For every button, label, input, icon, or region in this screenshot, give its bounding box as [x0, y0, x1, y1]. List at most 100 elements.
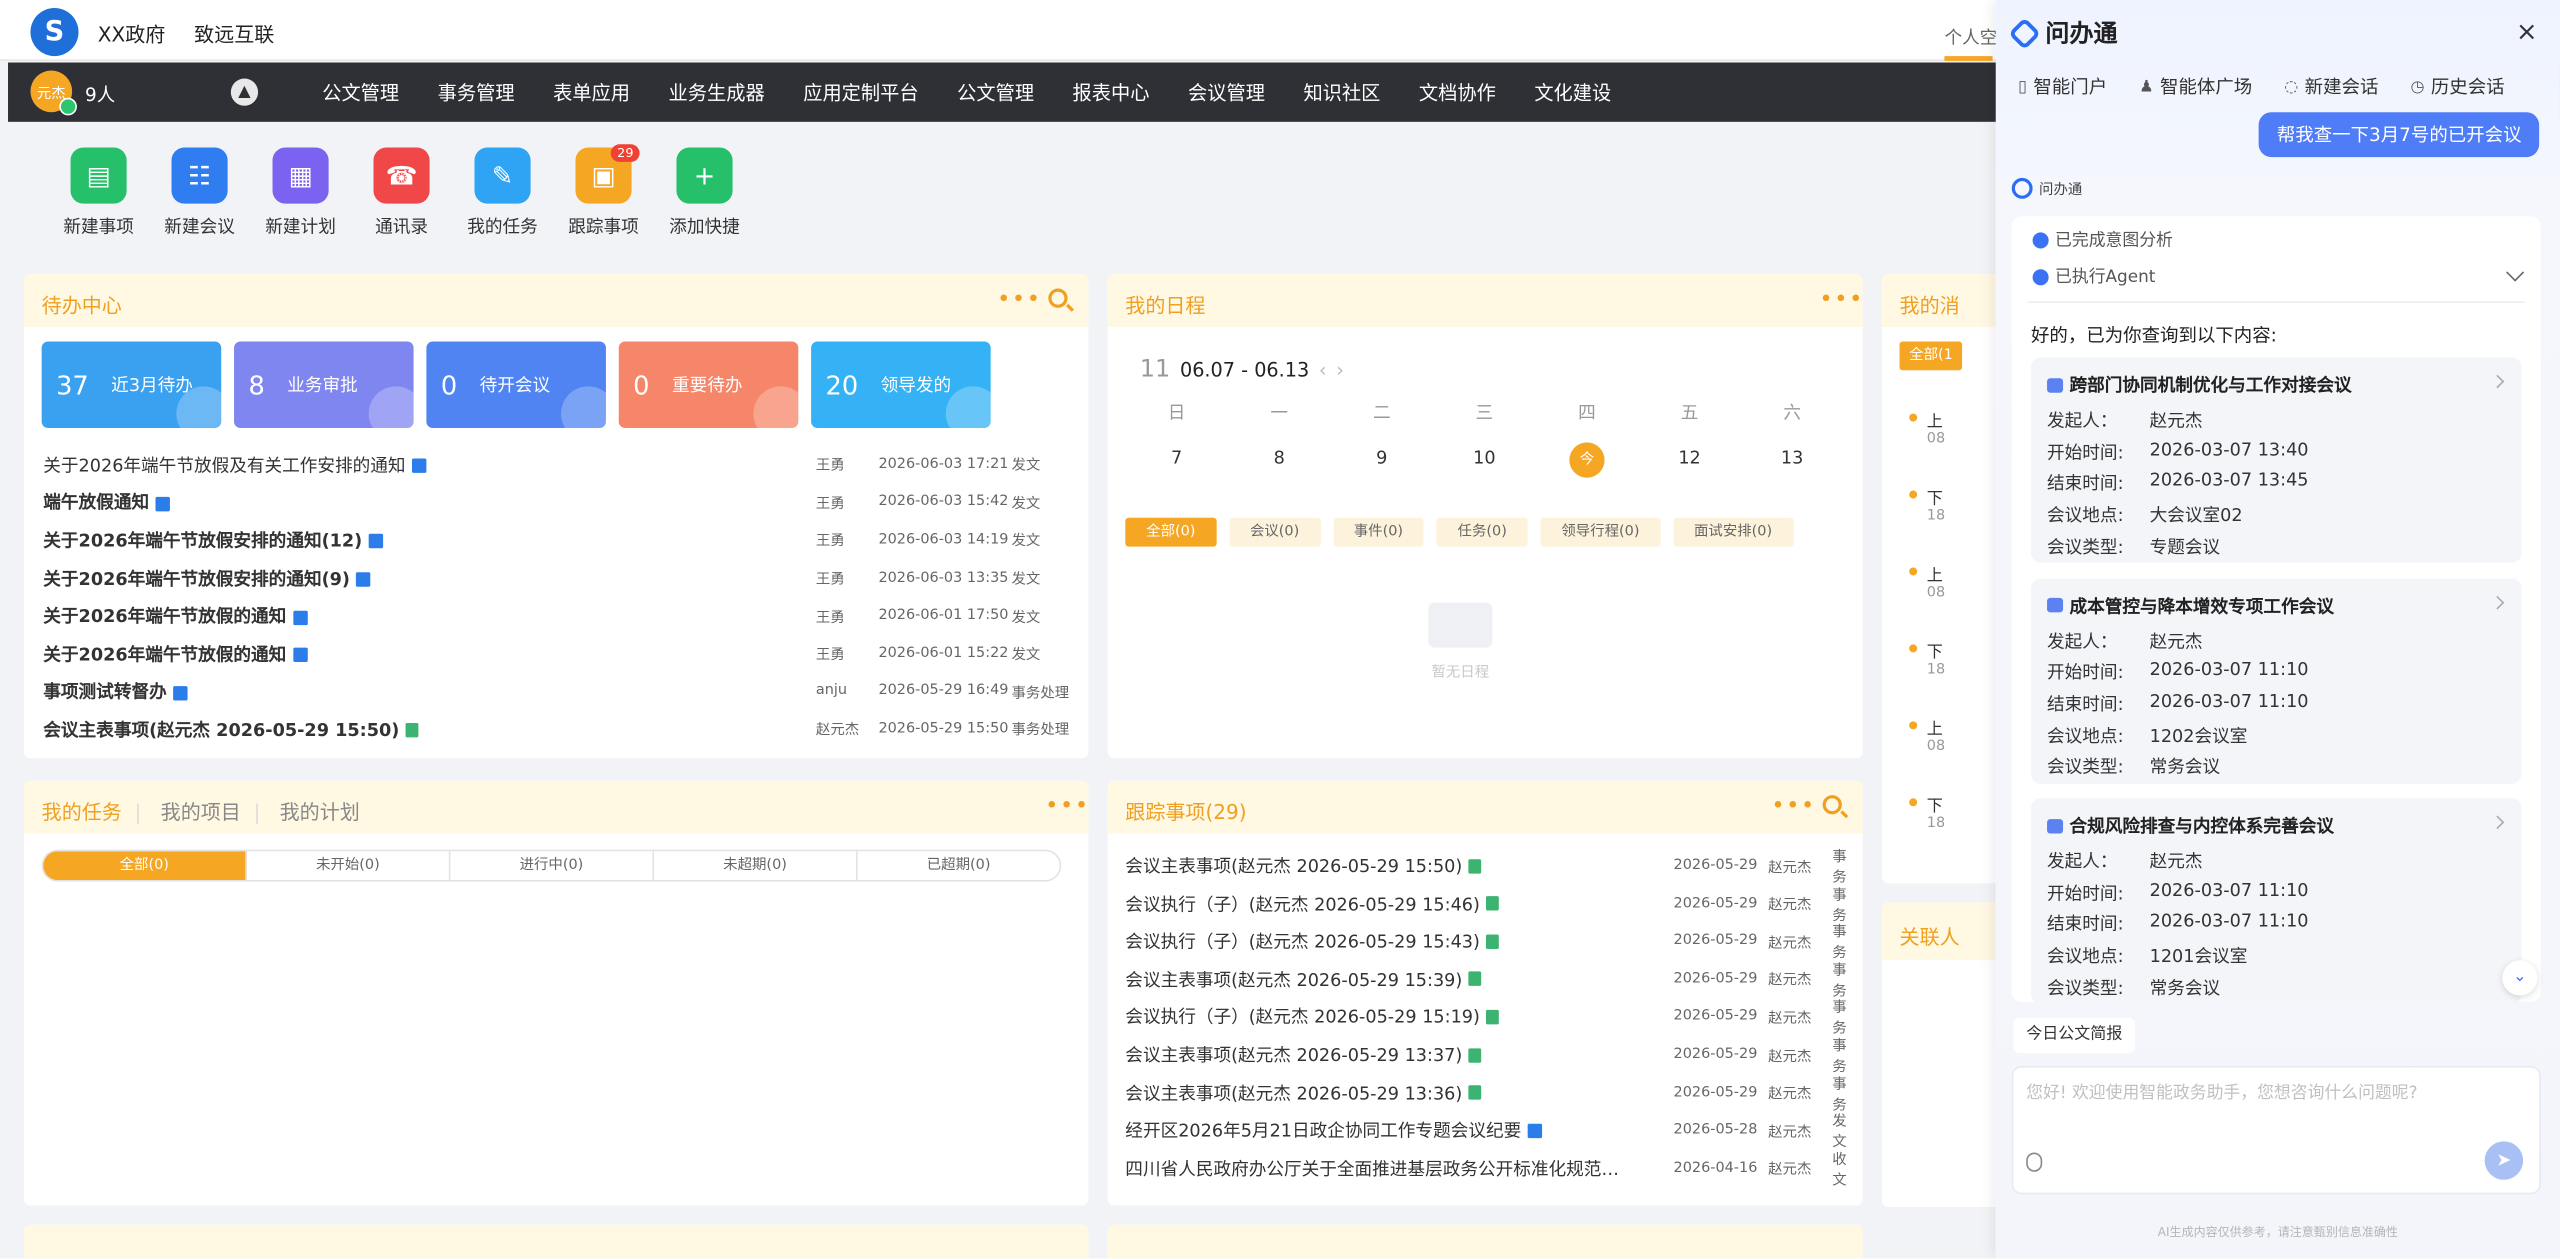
- chevron-right-icon[interactable]: [2490, 815, 2505, 830]
- quick-item[interactable]: + 添加快捷: [654, 147, 755, 238]
- today-marker[interactable]: 今: [1569, 442, 1605, 478]
- table-row[interactable]: 会议执行（子）(赵元杰 2026-05-29 15:43) 2026-05-29 赵…: [1125, 922, 1846, 962]
- day-cell[interactable]: 12: [1638, 441, 1741, 476]
- send-icon[interactable]: ➤: [2484, 1141, 2524, 1180]
- item-title[interactable]: 经开区2026年5月21日政企协同工作专题会议纪要: [1125, 1118, 1521, 1144]
- status-segment[interactable]: 未开始(0): [247, 851, 451, 881]
- tab-my-plans[interactable]: 我的计划: [280, 800, 360, 824]
- nav-item[interactable]: 报表中心: [1073, 79, 1150, 106]
- more-icon[interactable]: •••: [1771, 793, 1816, 819]
- step-agent[interactable]: 已执行Agent: [2032, 264, 2155, 288]
- online-count[interactable]: 9人: [85, 82, 115, 108]
- tab-my-tasks[interactable]: 我的任务: [42, 800, 122, 824]
- nav-item[interactable]: 业务生成器: [669, 79, 765, 106]
- chevron-down-icon[interactable]: [2506, 263, 2525, 282]
- table-row[interactable]: 会议主表事项(赵元杰 2026-05-29 15:39) 2026-05-29 赵元…: [1125, 960, 1846, 1000]
- list-item[interactable]: 关于2026年端午节放假安排的通知(12) 王勇 2026-06-03 14:19 发…: [43, 521, 1069, 559]
- nav-item[interactable]: 表单应用: [553, 79, 630, 106]
- status-segment[interactable]: 全部(0): [43, 851, 247, 881]
- meeting-card[interactable]: 成本管控与降本增效专项工作会议 发起人： 赵元杰 开始时间: 2026-03-07 11…: [2031, 577, 2522, 784]
- item-title[interactable]: 会议执行（子）(赵元杰 2026-05-29 15:19): [1125, 1004, 1480, 1030]
- table-row[interactable]: 会议执行（子）(赵元杰 2026-05-29 15:19) 2026-05-29 赵…: [1125, 998, 1846, 1038]
- item-title[interactable]: 会议主表事项(赵元杰 2026-05-29 15:50): [1125, 853, 1462, 879]
- chevron-right-icon[interactable]: [2490, 595, 2505, 609]
- filter-all[interactable]: 全部(1: [1899, 341, 1963, 371]
- table-row[interactable]: 四川省人民政府办公厅关于全面推进基层政务公开标准化规范化... 2026-04-1…: [1125, 1149, 1846, 1189]
- status-segment[interactable]: 进行中(0): [450, 851, 655, 881]
- item-title[interactable]: 会议执行（子）(赵元杰 2026-05-29 15:43): [1125, 928, 1480, 954]
- item-title[interactable]: 会议执行（子）(赵元杰 2026-05-29 15:46): [1125, 891, 1480, 917]
- nav-item[interactable]: 文化建设: [1534, 79, 1611, 106]
- stat-tile[interactable]: 20 领导发的: [811, 341, 991, 429]
- search-icon[interactable]: [1822, 795, 1842, 815]
- assistant-tab[interactable]: ▯ 智能门户: [2018, 74, 2107, 100]
- nav-item[interactable]: 会议管理: [1188, 79, 1265, 106]
- stat-tile[interactable]: 0 待开会议: [426, 341, 606, 429]
- list-item[interactable]: 关于2026年端午节放假的通知 王勇 2026-06-01 17:50 发文: [43, 597, 1069, 635]
- meeting-card[interactable]: 合规风险排查与内控体系完善会议 发起人： 赵元杰 开始时间: 2026-03-07 11…: [2031, 798, 2522, 1002]
- next-week-icon[interactable]: ›: [1336, 359, 1344, 381]
- day-cell[interactable]: 今: [1536, 441, 1639, 478]
- personal-space-link[interactable]: 个人空: [1944, 24, 1997, 50]
- assistant-tab[interactable]: ♟ 智能体广场: [2139, 74, 2252, 100]
- list-item[interactable]: 端午放假通知 王勇 2026-06-03 15:42 发文: [43, 483, 1069, 521]
- day-cell[interactable]: 9: [1330, 441, 1433, 476]
- prev-week-icon[interactable]: ‹: [1319, 359, 1327, 381]
- more-icon[interactable]: •••: [1045, 793, 1088, 819]
- table-row[interactable]: 会议主表事项(赵元杰 2026-05-29 13:36) 2026-05-29 赵元…: [1125, 1073, 1846, 1114]
- table-row[interactable]: 会议执行（子）(赵元杰 2026-05-29 15:46) 2026-05-29 赵…: [1125, 884, 1846, 924]
- quick-item[interactable]: ☷ 新建会议: [149, 147, 250, 238]
- nav-item[interactable]: 公文管理: [957, 79, 1034, 106]
- search-icon[interactable]: [1048, 288, 1068, 308]
- day-cell[interactable]: 13: [1741, 441, 1844, 476]
- nav-item[interactable]: 应用定制平台: [803, 79, 918, 106]
- stat-tile[interactable]: 8 业务审批: [234, 341, 414, 429]
- schedule-filter[interactable]: 面试安排(0): [1673, 517, 1793, 547]
- scroll-down-icon[interactable]: ⌄: [2502, 960, 2538, 996]
- chat-input[interactable]: 您好! 欢迎使用智能政务助手，您想咨询什么问题呢? ➤: [2011, 1065, 2541, 1195]
- schedule-filter[interactable]: 事件(0): [1332, 517, 1424, 547]
- schedule-filter[interactable]: 领导行程(0): [1540, 517, 1661, 547]
- stat-tile[interactable]: 37 近3月待办: [41, 341, 222, 429]
- schedule-filter[interactable]: 任务(0): [1436, 517, 1528, 547]
- more-icon[interactable]: •••: [1819, 287, 1862, 313]
- quick-item[interactable]: ▣ 跟踪事项 29: [553, 144, 654, 238]
- list-item[interactable]: 关于2026年端午节放假及有关工作安排的通知 王勇 2026-06-03 17:21…: [43, 446, 1069, 484]
- day-cell[interactable]: 10: [1433, 441, 1536, 476]
- brief-chip[interactable]: 今日公文简报: [2013, 1017, 2136, 1054]
- assistant-tab[interactable]: ◷ 历史会话: [2410, 74, 2504, 100]
- list-item[interactable]: 事项测试转督办 anju 2026-05-29 16:49 事务处理: [43, 673, 1069, 711]
- app-logo[interactable]: S: [30, 8, 79, 57]
- day-cell[interactable]: 8: [1228, 441, 1331, 476]
- list-item[interactable]: 会议主表事项(赵元杰 2026-05-29 15:50) 赵元杰 2026-05-2…: [43, 710, 1069, 748]
- nav-item[interactable]: 公文管理: [322, 79, 399, 106]
- table-row[interactable]: 会议主表事项(赵元杰 2026-05-29 13:37) 2026-05-29 赵元…: [1125, 1036, 1846, 1076]
- list-item[interactable]: 关于2026年端午节放假安排的通知(9) 王勇 2026-06-03 13:35 发文: [43, 559, 1069, 597]
- list-item[interactable]: 关于2026年端午节放假的通知 王勇 2026-06-01 15:22 发文: [43, 635, 1069, 673]
- attachment-icon[interactable]: [2026, 1152, 2043, 1172]
- table-row[interactable]: 经开区2026年5月21日政企协同工作专题会议纪要 2026-05-28 赵元杰 发文: [1125, 1111, 1846, 1151]
- close-icon[interactable]: ×: [2516, 16, 2537, 46]
- nav-item[interactable]: 事务管理: [438, 79, 515, 106]
- quick-item[interactable]: ✎ 我的任务: [452, 147, 553, 238]
- item-title[interactable]: 会议主表事项(赵元杰 2026-05-29 15:39): [1125, 966, 1462, 992]
- schedule-filter[interactable]: 全部(0): [1125, 517, 1217, 547]
- table-row[interactable]: 会议主表事项(赵元杰 2026-05-29 15:50) 2026-05-29 赵元…: [1125, 846, 1846, 887]
- assistant-tab[interactable]: ◌ 新建会话: [2284, 74, 2378, 100]
- quick-item[interactable]: ☎ 通讯录: [351, 147, 452, 238]
- more-icon[interactable]: •••: [997, 287, 1042, 313]
- meeting-card[interactable]: 跨部门协同机制优化与工作对接会议 发起人： 赵元杰 开始时间: 2026-03-07 1…: [2031, 357, 2522, 563]
- item-title[interactable]: 会议主表事项(赵元杰 2026-05-29 13:37): [1125, 1042, 1462, 1068]
- nav-item[interactable]: 文档协作: [1419, 79, 1496, 106]
- day-cell[interactable]: 7: [1125, 441, 1228, 476]
- status-segment[interactable]: 已超期(0): [858, 851, 1060, 880]
- quick-item[interactable]: ▤ 新建事项: [48, 147, 149, 238]
- status-segment[interactable]: 未超期(0): [654, 851, 858, 881]
- quick-item[interactable]: ▦ 新建计划: [250, 147, 351, 238]
- item-title[interactable]: 四川省人民政府办公厅关于全面推进基层政务公开标准化规范化...: [1125, 1155, 1635, 1181]
- nav-item[interactable]: 知识社区: [1303, 79, 1380, 106]
- triangle-icon[interactable]: ▲: [230, 78, 259, 106]
- avatar[interactable]: 元杰: [30, 70, 77, 116]
- tab-my-projects[interactable]: 我的项目: [161, 800, 241, 824]
- chevron-right-icon[interactable]: [2490, 374, 2505, 389]
